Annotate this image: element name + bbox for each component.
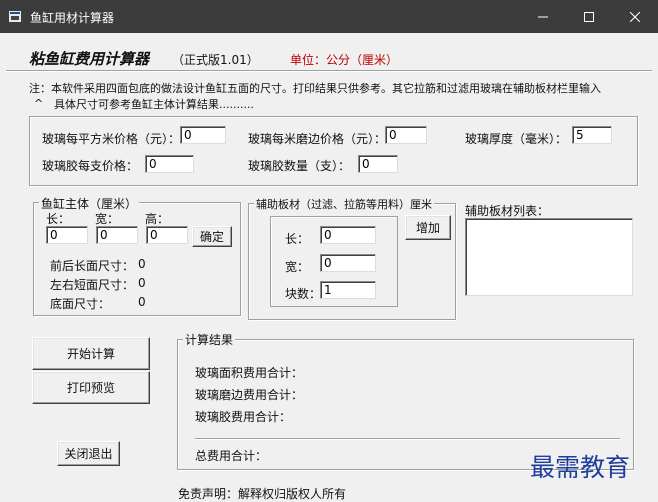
front-back-value: 0 xyxy=(138,257,146,271)
aux-count-input[interactable] xyxy=(320,281,376,299)
app-icon xyxy=(9,11,21,22)
minimize-icon xyxy=(538,16,548,17)
aux-width-label: 宽： xyxy=(285,260,310,274)
left-right-value: 0 xyxy=(138,276,146,290)
glue-price-label: 玻璃胶每支价格： xyxy=(42,159,139,173)
aux-length-input[interactable] xyxy=(320,226,376,244)
thickness-label: 玻璃厚度（毫米）： xyxy=(465,132,568,146)
tank-height-label: 高： xyxy=(145,212,170,226)
exit-button[interactable]: 关闭退出 xyxy=(57,441,120,466)
edge-cost-label: 玻璃磨边费用合计： xyxy=(195,388,304,402)
left-right-label: 左右短面尺寸： xyxy=(50,278,135,292)
version-label: （正式版1.01） xyxy=(172,53,259,67)
minimize-button[interactable] xyxy=(520,0,566,33)
edge-price-label: 玻璃每米磨边价格（元）： xyxy=(248,132,387,146)
app-name: 粘鱼缸费用计算器 xyxy=(29,50,150,68)
notice-line-2: 具体尺寸可参考鱼缸主体计算结果.......... xyxy=(54,98,254,111)
glue-count-label: 玻璃胶数量（支）： xyxy=(248,159,351,173)
close-button[interactable] xyxy=(612,0,658,33)
close-icon xyxy=(630,11,640,22)
aux-width-input[interactable] xyxy=(320,254,376,272)
results-divider xyxy=(195,438,620,440)
title-bar[interactable]: 鱼缸用材计算器 xyxy=(0,0,658,33)
add-button[interactable]: 增加 xyxy=(405,215,451,240)
notice-line-1: 注：本软件采用四面包底的做法设计鱼缸五面的尺寸。打印结果只供参考。其它拉筋和过滤… xyxy=(29,82,601,95)
glue-count-input[interactable] xyxy=(358,155,398,173)
aux-list-label: 辅助板材列表： xyxy=(465,204,550,218)
tank-width-label: 宽： xyxy=(95,212,120,226)
area-cost-label: 玻璃面积费用合计： xyxy=(195,366,304,380)
total-cost-label: 总费用合计： xyxy=(195,449,268,463)
aux-legend: 辅助板材（过滤、拉筋等用料）厘米 xyxy=(254,196,434,212)
tank-height-input[interactable] xyxy=(146,226,188,244)
watermark: 最需教育 xyxy=(530,453,631,482)
bottom-label: 底面尺寸： xyxy=(50,297,111,311)
window-title: 鱼缸用材计算器 xyxy=(30,11,115,25)
glue-price-input[interactable] xyxy=(145,155,194,173)
tank-length-label: 长： xyxy=(46,212,71,226)
confirm-button[interactable]: 确定 xyxy=(192,226,232,247)
aux-length-label: 长： xyxy=(285,232,310,246)
maximize-button[interactable] xyxy=(566,0,612,33)
tank-width-input[interactable] xyxy=(96,226,138,244)
tank-length-input[interactable] xyxy=(46,226,88,244)
glue-cost-label: 玻璃胶费用合计： xyxy=(195,410,292,424)
header-divider xyxy=(6,70,652,72)
glass-price-label: 玻璃每平方米价格（元）： xyxy=(42,132,181,146)
results-legend: 计算结果 xyxy=(183,331,236,348)
edge-price-input[interactable] xyxy=(385,126,427,144)
thickness-input[interactable] xyxy=(572,126,612,144)
print-preview-button[interactable]: 打印预览 xyxy=(32,371,150,404)
front-back-label: 前后长面尺寸： xyxy=(50,259,135,273)
aux-count-label: 块数： xyxy=(285,287,322,301)
aux-list[interactable] xyxy=(465,218,633,296)
start-calc-button[interactable]: 开始计算 xyxy=(32,337,150,370)
maximize-icon xyxy=(584,11,594,22)
notice-caret: ^ xyxy=(34,97,44,110)
unit-label: 单位：公分（厘米） xyxy=(290,53,399,67)
glass-price-input[interactable] xyxy=(180,126,226,144)
bottom-value: 0 xyxy=(138,295,146,309)
price-group xyxy=(29,116,638,186)
